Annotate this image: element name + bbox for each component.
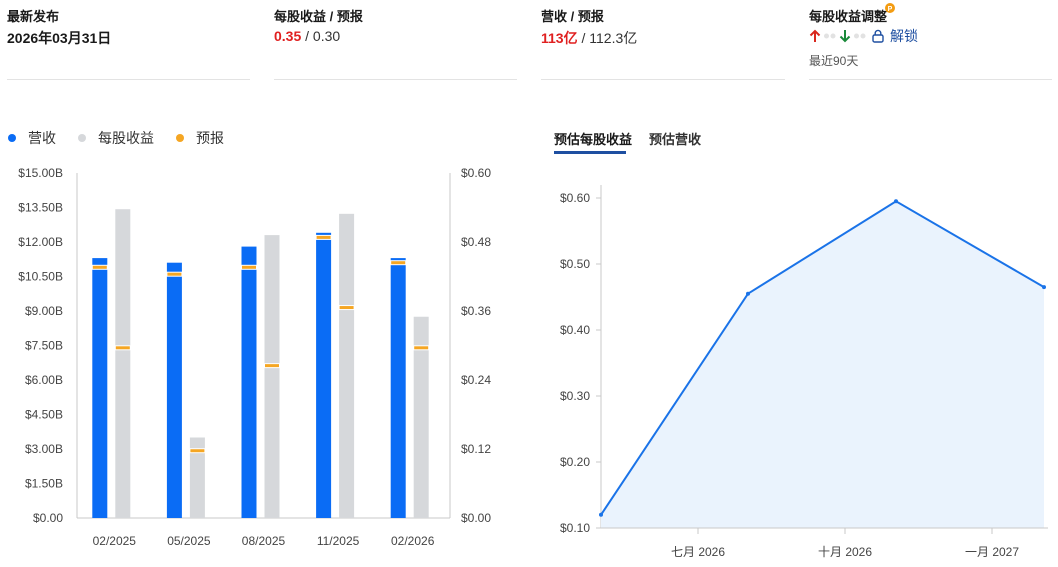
revenue-actual: 113亿: [541, 30, 578, 46]
eps-forecast-marker: [264, 363, 280, 369]
y-tick-label: $4.50B: [25, 408, 63, 422]
x-tick-label: 七月 2026: [671, 545, 725, 559]
y-tick-label: $7.50B: [25, 339, 63, 353]
x-tick-label: 08/2025: [242, 534, 286, 548]
y-tick-label: $0.60: [560, 191, 590, 205]
y-tick-label: $10.50B: [18, 270, 63, 284]
revenue-bar: [92, 258, 108, 518]
legend-label: 每股收益: [98, 130, 154, 146]
x-tick-label: 02/2025: [93, 534, 137, 548]
y-tick-label-right: $0.12: [461, 442, 491, 456]
y-tick-label: $0.40: [560, 323, 590, 337]
eps-estimate-point: [599, 512, 603, 517]
legend-label: 预报: [196, 130, 224, 146]
eps-bar: [115, 209, 131, 518]
unlock-label: 解锁: [890, 28, 918, 44]
stat-eps-value: 0.35 / 0.30: [274, 28, 340, 44]
legend-item-forecast[interactable]: 预报: [176, 128, 224, 148]
y-tick-label: $0.20: [560, 455, 590, 469]
tab-active-underline: [554, 151, 626, 154]
divider: [7, 79, 250, 80]
divider: [809, 79, 1052, 80]
y-tick-label-right: $0.36: [461, 304, 491, 318]
y-tick-label: $12.00B: [18, 235, 63, 249]
revisions-period: 最近90天: [809, 54, 859, 68]
tab-estimated-eps[interactable]: 预估每股收益: [554, 129, 632, 148]
eps-estimate-area: [601, 201, 1044, 529]
revenue-bar: [166, 262, 182, 518]
y-tick-label: $15.00B: [18, 166, 63, 180]
blurred-count: [854, 33, 866, 39]
y-tick-label-right: $0.24: [461, 373, 491, 387]
y-tick-label-right: $0.60: [461, 166, 491, 180]
eps-forecast-marker: [114, 345, 131, 351]
revenue-bar: [241, 246, 257, 518]
x-tick-label: 02/2026: [391, 534, 435, 548]
arrow-up-icon: [809, 29, 821, 42]
stat-revisions-title: 每股收益调整 P: [809, 3, 895, 25]
y-tick-label: $0.30: [560, 389, 590, 403]
unlock-button[interactable]: 解锁: [871, 26, 918, 46]
eps-forecast-marker: [338, 305, 355, 311]
stat-latest-title: 最新发布: [7, 9, 60, 24]
chart-legend: 营收 每股收益 预报: [8, 128, 246, 148]
revenue-eps-bar-chart: $0.00 $1.50B $3.00B $4.50B $6.00B $7.50B $9.00…: [18, 166, 491, 548]
eps-estimate-point: [1042, 285, 1046, 290]
legend-dot: [78, 134, 86, 142]
estimated-eps-line-chart: $0.10 $0.20 $0.30 $0.40 $0.50 $0.60 七月 2026 十月 …: [560, 185, 1048, 559]
y-tick-label: $0.10: [560, 521, 590, 535]
revenue-forecast-marker: [315, 234, 332, 240]
revisions-row: 解锁: [809, 26, 918, 46]
eps-forecast-marker: [413, 345, 430, 351]
eps-estimate-point: [894, 199, 898, 204]
eps-bar: [264, 235, 280, 518]
pro-badge-icon: P: [885, 3, 895, 13]
eps-estimate-point: [746, 291, 750, 296]
legend-label: 营收: [28, 130, 56, 146]
y-tick-label: $0.00: [33, 511, 63, 525]
revenue-forecast-marker: [390, 260, 407, 266]
revenue-forecast-marker: [91, 264, 108, 270]
revenue-estimate: 112.3亿: [589, 30, 638, 46]
y-tick-label-right: $0.48: [461, 235, 491, 249]
stat-revenue-value: 113亿 / 112.3亿: [541, 28, 637, 48]
y-tick-label: $9.00B: [25, 304, 63, 318]
blurred-count: [824, 33, 836, 39]
stat-eps-title: 每股收益 / 预报: [274, 9, 363, 24]
divider: [541, 79, 785, 80]
revisions-title-text: 每股收益调整: [809, 9, 888, 24]
x-tick-label: 05/2025: [167, 534, 211, 548]
eps-separator: /: [301, 28, 313, 44]
legend-item-revenue[interactable]: 营收: [8, 128, 56, 148]
legend-dot: [8, 134, 16, 142]
revenue-forecast-marker: [241, 264, 257, 270]
x-tick-label: 十月 2026: [818, 545, 872, 559]
revenue-separator: /: [577, 30, 590, 46]
latest-date: 2026年03月31日: [7, 30, 112, 46]
eps-bar: [339, 213, 355, 518]
revenue-bar: [316, 232, 332, 519]
y-tick-label-right: $0.00: [461, 511, 491, 525]
tab-estimated-revenue[interactable]: 预估营收: [649, 129, 701, 148]
legend-item-eps[interactable]: 每股收益: [78, 128, 154, 148]
y-tick-label: $3.00B: [25, 442, 63, 456]
arrow-down-icon: [839, 30, 851, 43]
y-tick-label: $1.50B: [25, 477, 63, 491]
eps-estimate: 0.30: [312, 28, 341, 44]
x-tick-label: 11/2025: [317, 534, 360, 548]
y-tick-label: $13.50B: [18, 201, 63, 215]
legend-dot: [176, 134, 184, 142]
y-tick-label: $0.50: [560, 257, 590, 271]
y-tick-label: $6.00B: [25, 373, 63, 387]
svg-text:P: P: [888, 6, 893, 13]
eps-forecast-marker: [189, 448, 206, 454]
eps-actual: 0.35: [274, 28, 302, 44]
x-tick-label: 一月 2027: [965, 545, 1019, 559]
stat-latest-value: 2026年03月31日: [7, 28, 111, 48]
revenue-bar: [390, 258, 406, 518]
revenue-forecast-marker: [166, 271, 183, 277]
stat-revenue-title: 营收 / 预报: [541, 9, 604, 24]
divider: [274, 79, 517, 80]
lock-icon: [872, 29, 884, 43]
